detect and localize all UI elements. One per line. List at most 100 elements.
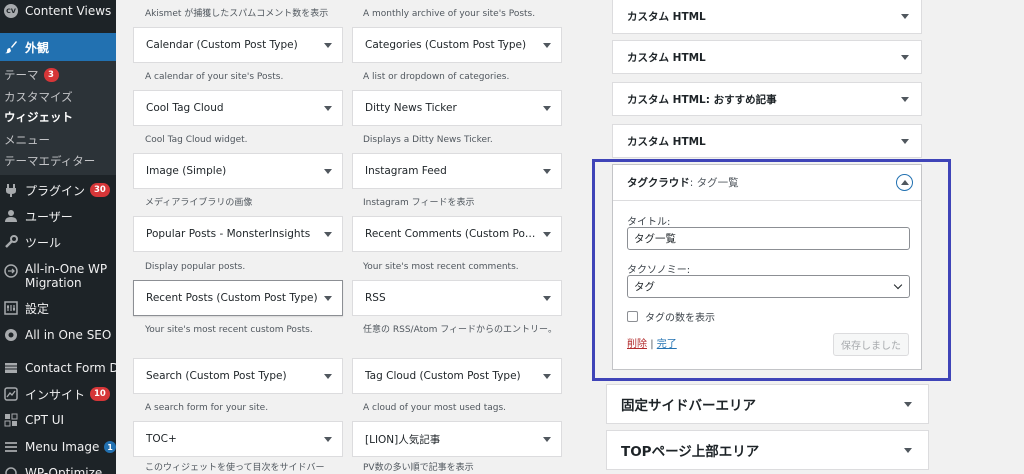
menu-all-in-one-seo[interactable]: All in One SEO bbox=[0, 325, 116, 345]
widget-area-top-page[interactable]: TOPページ上部エリア bbox=[606, 430, 929, 470]
submenu-theme[interactable]: テーマ 3 bbox=[4, 67, 59, 83]
menu-contact-form-db[interactable]: Contact Form DB bbox=[0, 358, 116, 378]
menu-label-line-2: Migration bbox=[25, 276, 82, 290]
widget-description: Your site's most recent comments. bbox=[363, 262, 519, 272]
chevron-down-icon[interactable] bbox=[543, 373, 551, 379]
chevron-down-icon[interactable] bbox=[324, 105, 332, 111]
sidebar-widget-custom-html[interactable]: カスタム HTML bbox=[612, 40, 922, 74]
widget-calendar-cpt[interactable]: Calendar (Custom Post Type) bbox=[133, 27, 343, 63]
widget-title: Tag Cloud (Custom Post Type) bbox=[365, 370, 521, 382]
widget-popular-posts[interactable]: Popular Posts - MonsterInsights bbox=[133, 216, 343, 252]
grid-icon bbox=[3, 412, 19, 428]
chevron-down-icon[interactable] bbox=[324, 42, 332, 48]
widget-cool-tag-cloud[interactable]: Cool Tag Cloud bbox=[133, 90, 343, 126]
menu-label: 設定 bbox=[25, 301, 50, 316]
collapse-toggle-icon[interactable] bbox=[896, 174, 913, 191]
widget-description: A list or dropdown of categories. bbox=[363, 72, 510, 82]
menu-cpt-ui[interactable]: CPT UI bbox=[0, 410, 116, 430]
chevron-down-icon[interactable] bbox=[543, 42, 551, 48]
chevron-down-icon[interactable] bbox=[901, 13, 909, 19]
chevron-down-icon[interactable] bbox=[324, 436, 332, 442]
sidebar-widget-custom-html[interactable]: カスタム HTML bbox=[612, 124, 922, 158]
widget-title: カスタム HTML bbox=[627, 9, 706, 24]
sidebar-widget-custom-html[interactable]: カスタム HTML bbox=[612, 0, 922, 34]
menu-label: Contact Form DB bbox=[25, 361, 116, 375]
widget-title: Recent Posts (Custom Post Type) bbox=[146, 292, 318, 304]
widget-actions: 削除 | 完了 bbox=[627, 335, 677, 350]
widget-title: TOC+ bbox=[146, 433, 177, 445]
menu-wp-optimize[interactable]: WP-Optimize bbox=[0, 463, 116, 474]
widget-lion-popular[interactable]: [LION]人気記事 bbox=[352, 421, 562, 457]
menu-content-views[interactable]: CV Content Views bbox=[0, 2, 116, 20]
menu-label: インサイト bbox=[25, 387, 86, 402]
taxonomy-selected-value: タグ bbox=[634, 281, 655, 293]
menu-appearance[interactable]: 外観 bbox=[0, 33, 116, 61]
chevron-down-icon[interactable] bbox=[324, 373, 332, 379]
widget-rss[interactable]: RSS bbox=[352, 280, 562, 316]
submenu-label: テーマ bbox=[4, 68, 39, 82]
menu-label-line-1: All-in-One WP bbox=[25, 262, 108, 276]
widget-area-title: TOPページ上部エリア bbox=[621, 444, 760, 460]
update-badge: 3 bbox=[43, 68, 59, 82]
chevron-down-icon[interactable] bbox=[324, 168, 332, 174]
chevron-down-icon[interactable] bbox=[543, 168, 551, 174]
save-button[interactable]: 保存しました bbox=[833, 333, 909, 356]
chevron-down-icon[interactable] bbox=[904, 401, 912, 407]
sidebar-widget-custom-html-recommended[interactable]: カスタム HTML: おすすめ記事 bbox=[612, 82, 922, 116]
menu-tools[interactable]: ツール bbox=[0, 232, 116, 252]
menu-label: Content Views bbox=[25, 4, 112, 18]
widget-area-fixed-sidebar[interactable]: 固定サイドバーエリア bbox=[606, 384, 929, 424]
widget-header[interactable]: タグクラウド: タグ一覧 bbox=[613, 165, 921, 201]
title-input[interactable]: タグ一覧 bbox=[627, 227, 910, 250]
widget-description: メディアライブラリの画像 bbox=[145, 198, 253, 208]
chevron-down-icon[interactable] bbox=[901, 54, 909, 60]
title-field-label: タイトル: bbox=[627, 217, 671, 228]
menu-plugins[interactable]: プラグイン 30 bbox=[0, 180, 116, 200]
widget-description: Cool Tag Cloud widget. bbox=[145, 135, 248, 145]
menu-all-in-one-migration[interactable]: All-in-One WP Migration bbox=[0, 262, 116, 290]
taxonomy-select[interactable]: タグ bbox=[627, 275, 910, 298]
submenu-label: メニュー bbox=[4, 133, 50, 147]
submenu-widgets[interactable]: ウィジェット bbox=[4, 109, 73, 125]
widget-toc-plus[interactable]: TOC+ bbox=[133, 421, 343, 457]
seo-gear-icon bbox=[3, 327, 19, 343]
menu-users[interactable]: ユーザー bbox=[0, 206, 116, 226]
chevron-down-icon[interactable] bbox=[324, 231, 332, 237]
widget-ditty-news-ticker[interactable]: Ditty News Ticker bbox=[352, 90, 562, 126]
chevron-down-icon[interactable] bbox=[901, 96, 909, 102]
menu-insights[interactable]: インサイト 10 bbox=[0, 384, 116, 404]
menu-label: ユーザー bbox=[25, 209, 73, 224]
delete-link[interactable]: 削除 bbox=[627, 339, 647, 350]
show-count-option[interactable]: タグの数を表示 bbox=[627, 309, 715, 324]
chevron-down-icon[interactable] bbox=[904, 447, 912, 453]
submenu-customize[interactable]: カスタマイズ bbox=[4, 89, 73, 105]
chevron-down-icon[interactable] bbox=[324, 295, 332, 301]
chevron-down-icon[interactable] bbox=[543, 231, 551, 237]
tag-cloud-widget-expanded: タグクラウド: タグ一覧 タイトル: タグ一覧 タクソノミー: タグ タグの数を… bbox=[612, 164, 922, 370]
chevron-down-icon[interactable] bbox=[543, 295, 551, 301]
submenu-theme-editor[interactable]: テーマエディター bbox=[4, 153, 95, 169]
chevron-down-icon[interactable] bbox=[543, 436, 551, 442]
chevron-down-icon[interactable] bbox=[901, 138, 909, 144]
widget-title: カスタム HTML bbox=[627, 50, 706, 65]
menu-label: Menu Image bbox=[25, 440, 99, 454]
widget-recent-comments-cpt[interactable]: Recent Comments (Custom Post... bbox=[352, 216, 562, 252]
widget-title-main: カスタム HTML bbox=[627, 51, 706, 64]
widget-title-main: カスタム HTML bbox=[627, 93, 706, 106]
submenu-menus[interactable]: メニュー bbox=[4, 132, 50, 148]
widget-tag-cloud-cpt[interactable]: Tag Cloud (Custom Post Type) bbox=[352, 358, 562, 394]
widget-categories-cpt[interactable]: Categories (Custom Post Type) bbox=[352, 27, 562, 63]
widget-title: Search (Custom Post Type) bbox=[146, 370, 287, 382]
menu-settings[interactable]: 設定 bbox=[0, 298, 116, 318]
done-link[interactable]: 完了 bbox=[657, 339, 677, 350]
widget-description: A monthly archive of your site's Posts. bbox=[363, 9, 536, 19]
show-count-checkbox[interactable] bbox=[627, 311, 638, 322]
widget-recent-posts-cpt[interactable]: Recent Posts (Custom Post Type) bbox=[133, 280, 343, 316]
paintbrush-icon bbox=[3, 39, 19, 55]
widget-search-cpt[interactable]: Search (Custom Post Type) bbox=[133, 358, 343, 394]
widget-description: A calendar of your site's Posts. bbox=[145, 72, 284, 82]
widget-instagram-feed[interactable]: Instagram Feed bbox=[352, 153, 562, 189]
widget-image-simple[interactable]: Image (Simple) bbox=[133, 153, 343, 189]
menu-menu-image[interactable]: Menu Image 1 bbox=[0, 437, 116, 457]
chevron-down-icon[interactable] bbox=[543, 105, 551, 111]
